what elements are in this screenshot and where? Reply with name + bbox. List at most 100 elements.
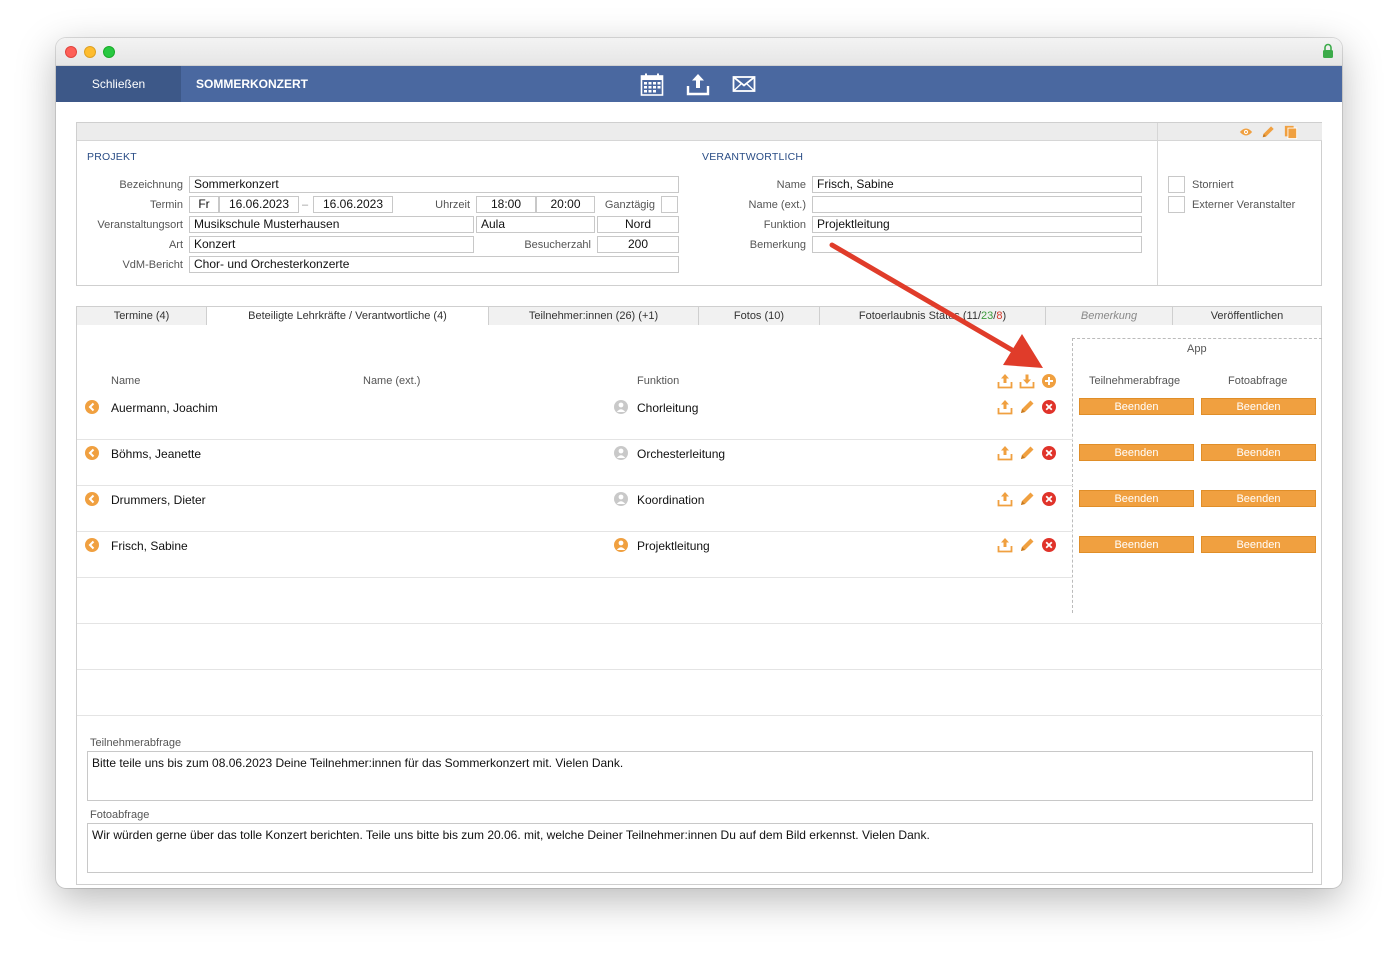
navigation-bar: Schließen SOMMERKONZERT bbox=[56, 66, 1342, 102]
end-fotoabfrage-button[interactable]: Beenden bbox=[1201, 536, 1316, 553]
row-back-icon[interactable] bbox=[84, 491, 100, 507]
row-remove-icon[interactable] bbox=[1041, 445, 1057, 461]
ort-label: Veranstaltungsort bbox=[97, 219, 183, 231]
verantwortlich-section-title: VERANTWORTLICH bbox=[702, 151, 804, 163]
vdm-field[interactable]: Chor- und Orchesterkonzerte bbox=[189, 256, 679, 273]
storniert-checkbox[interactable] bbox=[1168, 176, 1185, 193]
row-upload-icon[interactable] bbox=[997, 491, 1013, 507]
end-fotoabfrage-button[interactable]: Beenden bbox=[1201, 398, 1316, 415]
person-icon bbox=[614, 492, 628, 506]
externer-checkbox[interactable] bbox=[1168, 196, 1185, 213]
row-edit-icon[interactable] bbox=[1019, 399, 1035, 415]
row-remove-icon[interactable] bbox=[1041, 399, 1057, 415]
fotoabfrage-label: Fotoabfrage bbox=[90, 809, 150, 821]
end-teilnehmerabfrage-button[interactable]: Beenden bbox=[1079, 536, 1194, 553]
vdm-label: VdM-Bericht bbox=[122, 259, 183, 271]
person-icon bbox=[614, 538, 628, 552]
eye-icon[interactable] bbox=[1239, 126, 1253, 138]
termin-separator: – bbox=[302, 199, 309, 211]
bezeichnung-label: Bezeichnung bbox=[119, 179, 183, 191]
row-funktion: Orchesterleitung bbox=[637, 447, 726, 461]
row-funktion: Koordination bbox=[637, 493, 705, 507]
row-remove-icon[interactable] bbox=[1041, 491, 1057, 507]
teilnehmerabfrage-label: Teilnehmerabfrage bbox=[90, 737, 182, 749]
externer-label: Externer Veranstalter bbox=[1192, 199, 1296, 211]
tab-bar: Termine (4) Beteiligte Lehrkräfte / Vera… bbox=[76, 306, 1322, 327]
col-teilnehmerabfrage-header: Teilnehmerabfrage bbox=[1089, 375, 1181, 387]
calendar-icon[interactable] bbox=[640, 72, 664, 96]
lock-icon bbox=[1323, 43, 1333, 58]
v-name-field[interactable]: Frisch, Sabine bbox=[812, 176, 1142, 193]
upload-icon[interactable] bbox=[686, 72, 710, 96]
ort-room-field[interactable]: Aula bbox=[476, 216, 595, 233]
end-fotoabfrage-button[interactable]: Beenden bbox=[1201, 444, 1316, 461]
termin-from-field[interactable]: 16.06.2023 bbox=[219, 196, 299, 213]
upload-all-icon[interactable] bbox=[997, 373, 1013, 389]
tab-fotoerlaubnis[interactable]: Fotoerlaubnis Status (11/23/8) bbox=[820, 307, 1046, 325]
v-funktion-label: Funktion bbox=[763, 219, 806, 231]
row-upload-icon[interactable] bbox=[997, 445, 1013, 461]
close-window-button[interactable] bbox=[65, 46, 77, 58]
fotoabfrage-textarea[interactable]: Wir würden gerne über das tolle Konzert … bbox=[87, 823, 1313, 873]
end-teilnehmerabfrage-button[interactable]: Beenden bbox=[1079, 398, 1194, 415]
storniert-label: Storniert bbox=[1192, 179, 1234, 191]
end-teilnehmerabfrage-button[interactable]: Beenden bbox=[1079, 444, 1194, 461]
row-edit-icon[interactable] bbox=[1019, 445, 1035, 461]
v-name-label: Name bbox=[776, 179, 806, 191]
end-fotoabfrage-button[interactable]: Beenden bbox=[1201, 490, 1316, 507]
row-back-icon[interactable] bbox=[84, 399, 100, 415]
mail-icon[interactable] bbox=[732, 72, 756, 96]
ganztaegig-checkbox[interactable] bbox=[661, 196, 678, 213]
row-edit-icon[interactable] bbox=[1019, 537, 1035, 553]
teilnehmerabfrage-textarea[interactable]: Bitte teile uns bis zum 08.06.2023 Deine… bbox=[87, 751, 1313, 801]
close-button[interactable]: Schließen bbox=[56, 66, 181, 102]
row-funktion: Projektleitung bbox=[637, 539, 710, 553]
copy-icon[interactable] bbox=[1284, 125, 1298, 139]
col-fotoabfrage-header: Fotoabfrage bbox=[1228, 375, 1288, 387]
row-funktion: Chorleitung bbox=[637, 401, 699, 415]
ort-field[interactable]: Musikschule Musterhausen bbox=[189, 216, 474, 233]
add-icon[interactable] bbox=[1041, 373, 1057, 389]
termin-day-field[interactable]: Fr bbox=[189, 196, 219, 213]
person-icon bbox=[614, 400, 628, 414]
projekt-section-title: PROJEKT bbox=[87, 151, 137, 163]
v-bemerkung-label: Bemerkung bbox=[749, 239, 806, 251]
v-bemerkung-field[interactable] bbox=[812, 236, 1142, 253]
page-title: SOMMERKONZERT bbox=[196, 77, 308, 91]
row-upload-icon[interactable] bbox=[997, 537, 1013, 553]
termin-to-field[interactable]: 16.06.2023 bbox=[313, 196, 393, 213]
tab-veroeffentlichen[interactable]: Veröffentlichen bbox=[1173, 307, 1321, 325]
ort-region-field[interactable]: Nord bbox=[597, 216, 679, 233]
zoom-window-button[interactable] bbox=[103, 46, 115, 58]
row-upload-icon[interactable] bbox=[997, 399, 1013, 415]
lehrkraefte-panel: App Name Name (ext.) Funktion Teilnehmer… bbox=[76, 325, 1323, 885]
row-back-icon[interactable] bbox=[84, 537, 100, 553]
row-name: Böhms, Jeanette bbox=[111, 447, 202, 461]
edit-icon[interactable] bbox=[1261, 125, 1275, 139]
end-teilnehmerabfrage-button[interactable]: Beenden bbox=[1079, 490, 1194, 507]
besucherzahl-label: Besucherzahl bbox=[524, 239, 591, 251]
col-name-header: Name bbox=[111, 375, 141, 387]
bezeichnung-field[interactable]: Sommerkonzert bbox=[189, 176, 679, 193]
v-name-ext-field[interactable] bbox=[812, 196, 1142, 213]
art-field[interactable]: Konzert bbox=[189, 236, 474, 253]
tab-fotos[interactable]: Fotos (10) bbox=[699, 307, 820, 325]
minimize-window-button[interactable] bbox=[84, 46, 96, 58]
app-title: App bbox=[1187, 343, 1207, 355]
download-all-icon[interactable] bbox=[1019, 373, 1035, 389]
uhrzeit-label: Uhrzeit bbox=[435, 199, 470, 211]
tab-bemerkung[interactable]: Bemerkung bbox=[1046, 307, 1173, 325]
tab-teilnehmer[interactable]: Teilnehmer:innen (26) (+1) bbox=[489, 307, 699, 325]
besucherzahl-field[interactable]: 200 bbox=[597, 236, 679, 253]
art-label: Art bbox=[168, 239, 183, 251]
row-edit-icon[interactable] bbox=[1019, 491, 1035, 507]
person-icon bbox=[614, 446, 628, 460]
v-name-ext-label: Name (ext.) bbox=[748, 199, 806, 211]
uhrzeit-from-field[interactable]: 18:00 bbox=[476, 196, 536, 213]
uhrzeit-to-field[interactable]: 20:00 bbox=[536, 196, 595, 213]
row-remove-icon[interactable] bbox=[1041, 537, 1057, 553]
row-back-icon[interactable] bbox=[84, 445, 100, 461]
v-funktion-field[interactable]: Projektleitung bbox=[812, 216, 1142, 233]
tab-termine[interactable]: Termine (4) bbox=[77, 307, 207, 325]
tab-lehrkraefte[interactable]: Beteiligte Lehrkräfte / Verantwortliche … bbox=[207, 307, 489, 327]
